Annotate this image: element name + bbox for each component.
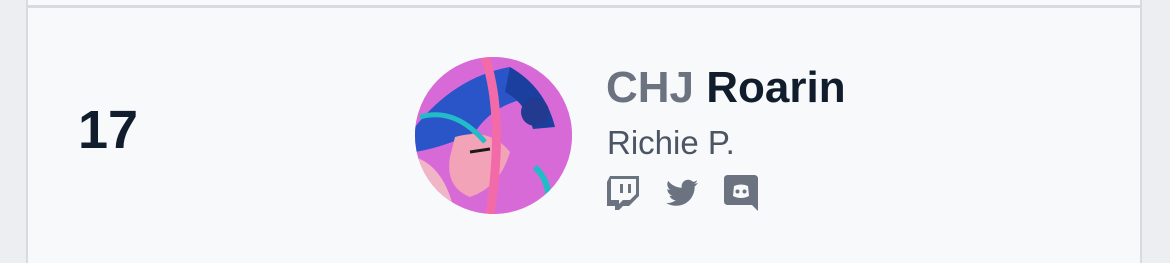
discord-icon[interactable] xyxy=(724,175,758,211)
divider xyxy=(28,5,1140,8)
player-name: CHJ Roarin xyxy=(606,66,846,110)
twitter-icon[interactable] xyxy=(665,175,699,211)
team-tag: CHJ xyxy=(606,63,695,112)
player-card: 17 CHJ Roarin Richie P. xyxy=(26,0,1142,263)
player-handle: Roarin xyxy=(706,63,846,112)
player-avatar[interactable] xyxy=(415,57,572,214)
rank-number: 17 xyxy=(78,100,139,160)
player-real-name: Richie P. xyxy=(607,124,735,161)
twitch-icon[interactable] xyxy=(606,175,640,211)
social-links xyxy=(606,174,758,212)
avatar-illustration xyxy=(415,57,572,214)
